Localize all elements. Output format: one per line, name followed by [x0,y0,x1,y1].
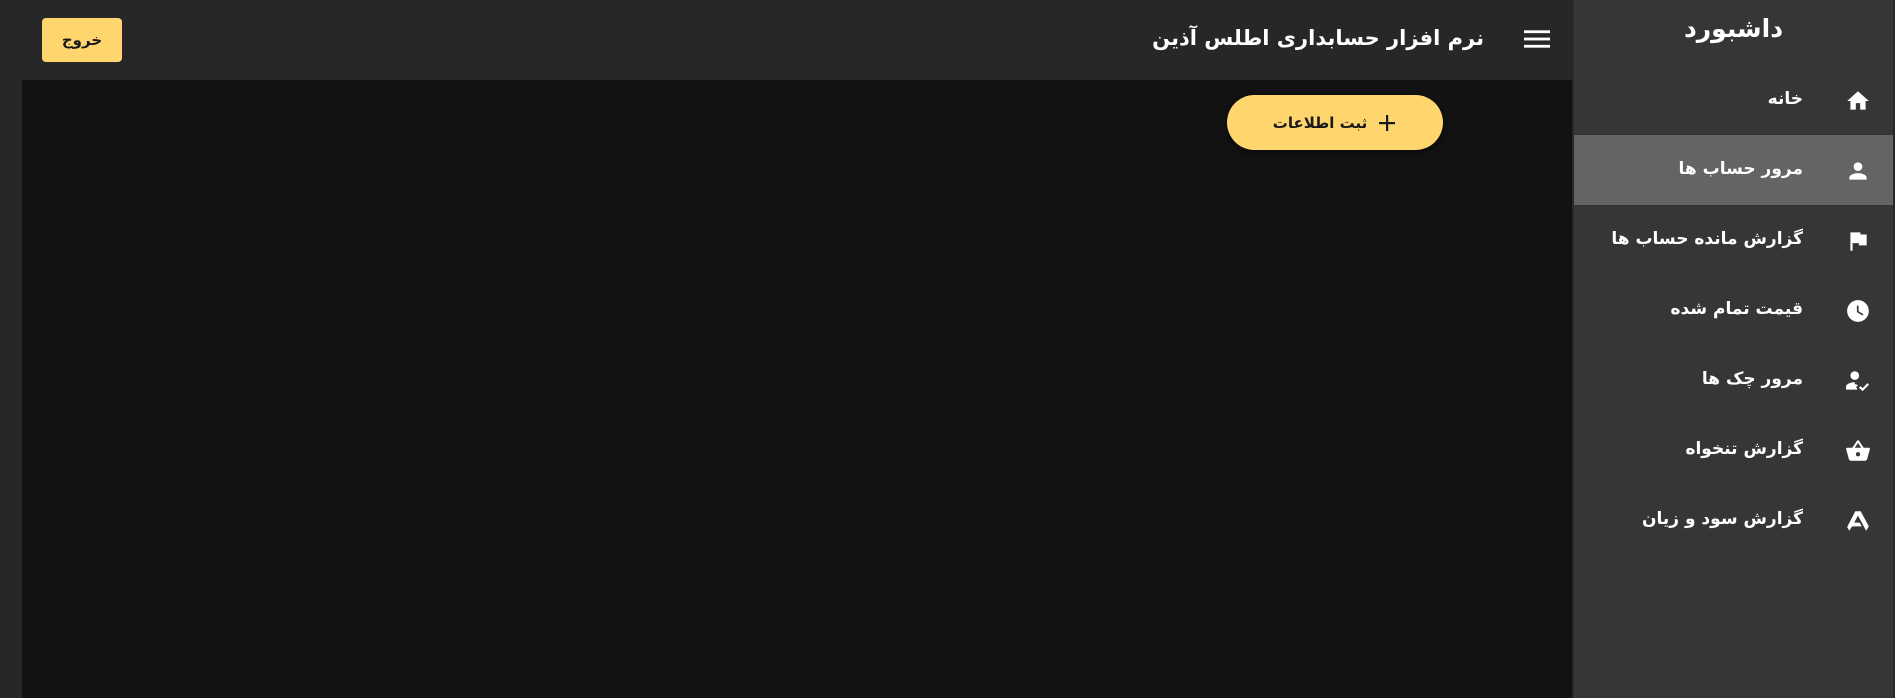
sidebar-item-label: قیمت تمام شده [1670,299,1804,319]
plus-icon [1377,113,1397,133]
sidebar-item-accounts-review[interactable]: مرور حساب ها [1574,135,1893,205]
sidebar-item-petty-cash-report[interactable]: گزارش تنخواه [1574,415,1893,485]
sidebar-item-label: گزارش مانده حساب ها [1611,229,1803,249]
sidebar-item-checks-review[interactable]: مرور چک ها [1574,345,1893,415]
sidebar-item-label: مرور چک ها [1701,369,1803,389]
hamburger-menu-icon[interactable] [1524,28,1550,50]
sidebar-item-label: مرور حساب ها [1678,159,1803,179]
main-content: ثبت اطلاعات [22,80,1572,698]
basket-icon [1845,438,1871,464]
home-icon [1845,88,1871,114]
person-check-icon [1845,368,1871,394]
sidebar-item-balance-report[interactable]: گزارش مانده حساب ها [1574,205,1893,275]
clock-icon [1845,298,1871,324]
add-data-button[interactable]: ثبت اطلاعات [1227,95,1443,150]
flag-icon [1845,228,1871,254]
sidebar: داشبورد خانه مرور حساب ها گزارش مانده حس… [1573,0,1893,698]
person-icon [1845,158,1871,184]
sidebar-item-profit-loss-report[interactable]: گزارش سود و زیان [1574,485,1893,555]
sidebar-item-label: خانه [1767,89,1803,109]
triangle-logo-icon [1845,508,1871,534]
logout-button[interactable]: خروج [42,18,122,62]
sidebar-title: داشبورد [1683,14,1784,43]
app-title: نرم افزار حسابداری اطلس آذین [1152,26,1484,50]
sidebar-nav: خانه مرور حساب ها گزارش مانده حساب ها قی… [1574,65,1893,555]
sidebar-item-cost-price[interactable]: قیمت تمام شده [1574,275,1893,345]
sidebar-item-home[interactable]: خانه [1574,65,1893,135]
sidebar-item-label: گزارش تنخواه [1685,439,1803,459]
add-data-button-label: ثبت اطلاعات [1272,113,1368,132]
top-bar: خروج نرم افزار حسابداری اطلس آذین [0,0,1572,80]
sidebar-item-label: گزارش سود و زیان [1641,509,1803,529]
app-root: خروج نرم افزار حسابداری اطلس آذین ثبت اط… [0,0,1895,698]
